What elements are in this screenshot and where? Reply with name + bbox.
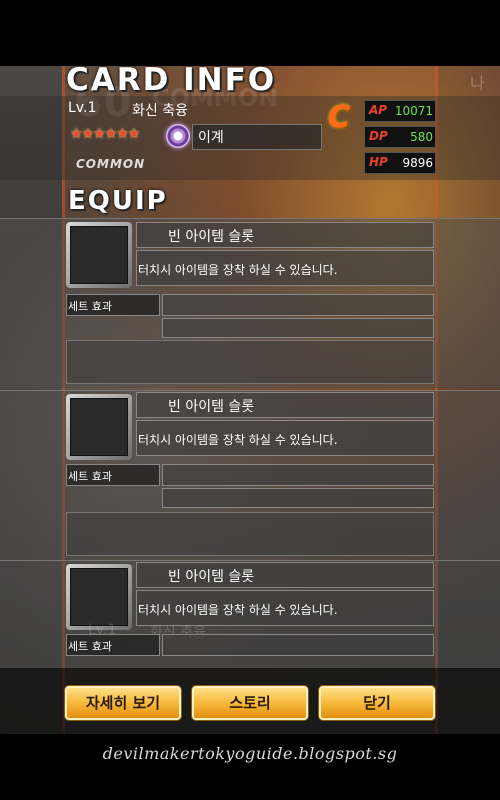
stat-dp-label: DP: [369, 129, 388, 143]
set-effect-label: 세트 효과: [68, 640, 112, 653]
slot-description: 터치시 아이템을 장착 하실 수 있습니다.: [138, 433, 338, 447]
equip-slot-thumbnail[interactable]: [66, 222, 132, 288]
empty-slot-icon: [70, 568, 128, 626]
view-details-button[interactable]: 자세히 보기: [65, 686, 181, 720]
slot-title: 빈 아이템 슬롯: [168, 569, 255, 585]
slot-title: 빈 아이템 슬롯: [168, 399, 255, 415]
equip-slot-thumbnail[interactable]: [66, 394, 132, 460]
rarity-label: COMMON: [76, 157, 146, 171]
empty-slot-icon: [70, 226, 128, 284]
set-effect-value-2: [162, 488, 434, 508]
element-icon: [166, 124, 190, 148]
card-info-title: CARD INFO: [66, 62, 277, 98]
stat-dp: DP 580: [364, 126, 436, 148]
set-effect-value: [162, 294, 434, 316]
set-effect-detail: [66, 340, 434, 384]
card-level: Lv.1: [68, 100, 97, 116]
stat-ap: AP 10071: [364, 100, 436, 122]
slot-title: 빈 아이템 슬롯: [168, 229, 255, 245]
card-name: 화신 축융: [132, 103, 188, 119]
story-button[interactable]: 스토리: [192, 686, 308, 720]
set-effect-value: [162, 464, 434, 486]
equip-slot-thumbnail[interactable]: [66, 564, 132, 630]
top-black-band: [0, 0, 500, 66]
slot-description: 터치시 아이템을 장착 하실 수 있습니다.: [138, 603, 338, 617]
stat-dp-value: 580: [410, 130, 433, 144]
class-badge: C: [328, 100, 351, 135]
element-name: 이계: [198, 130, 224, 146]
set-effect-label: 세트 효과: [68, 300, 112, 313]
background-right-text: 나: [470, 74, 485, 93]
close-button[interactable]: 닫기: [319, 686, 435, 720]
empty-slot-icon: [70, 398, 128, 456]
stat-hp-value: 9896: [402, 156, 433, 170]
stat-ap-value: 10071: [394, 104, 433, 118]
stat-hp: HP 9896: [364, 152, 436, 174]
blog-watermark: devilmakertokyoguide.blogspot.sg: [0, 734, 500, 800]
equip-title: EQUIP: [68, 186, 168, 216]
stat-hp-label: HP: [369, 155, 388, 169]
star-rating: ★★★★★★: [70, 126, 140, 142]
set-effect-value: [162, 634, 434, 656]
slot-description: 터치시 아이템을 장착 하실 수 있습니다.: [138, 263, 338, 277]
set-effect-value-2: [162, 318, 434, 338]
stat-ap-label: AP: [369, 103, 388, 117]
set-effect-label: 세트 효과: [68, 470, 112, 483]
set-effect-detail: [66, 512, 434, 556]
